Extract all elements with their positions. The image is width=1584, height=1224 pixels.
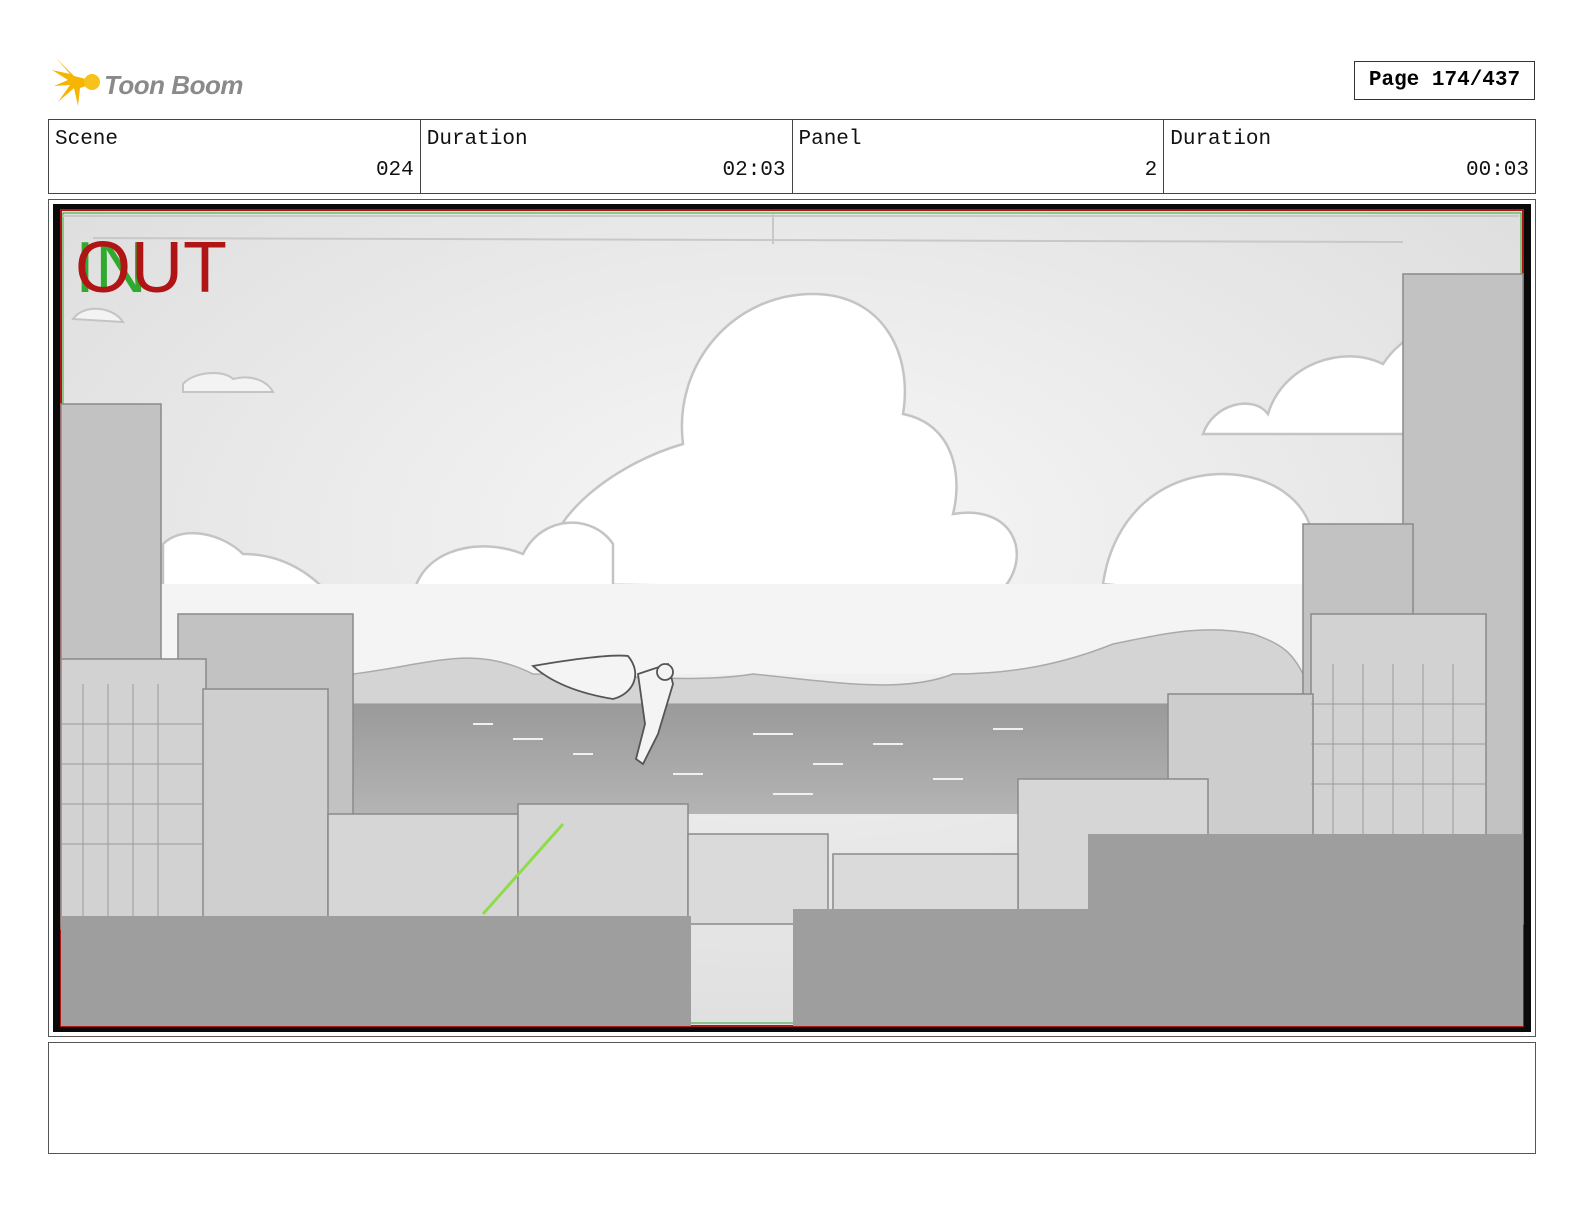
scene-label: Scene xyxy=(55,128,119,151)
panel-cell: Panel 2 xyxy=(793,120,1165,193)
panel-duration-value: 00:03 xyxy=(1465,159,1529,182)
panel-duration-label: Duration xyxy=(1170,128,1272,151)
out-marker: OUT xyxy=(75,228,227,308)
storyboard-panel: IN OUT xyxy=(48,199,1536,1037)
scene-duration-cell: Duration 02:03 xyxy=(421,120,793,193)
scene-cell: Scene 024 xyxy=(49,120,421,193)
scene-duration-label: Duration xyxy=(426,128,528,151)
brand-name: Toon Boom xyxy=(104,70,243,100)
page-number: Page 174/437 xyxy=(1354,61,1535,100)
scene-duration-value: 02:03 xyxy=(722,159,786,182)
panel-drawing: IN OUT xyxy=(53,204,1531,1032)
scene-value: 024 xyxy=(375,159,414,182)
scene-info-table: Scene 024 Duration 02:03 Panel 2 Duratio… xyxy=(48,119,1536,194)
panel-value: 2 xyxy=(1144,159,1158,182)
notes-box xyxy=(48,1042,1536,1154)
starburst-logo-icon xyxy=(52,58,100,106)
toon-boom-logo: Toon Boom xyxy=(52,56,252,108)
panel-label: Panel xyxy=(798,128,862,151)
panel-duration-cell: Duration 00:03 xyxy=(1164,120,1535,193)
